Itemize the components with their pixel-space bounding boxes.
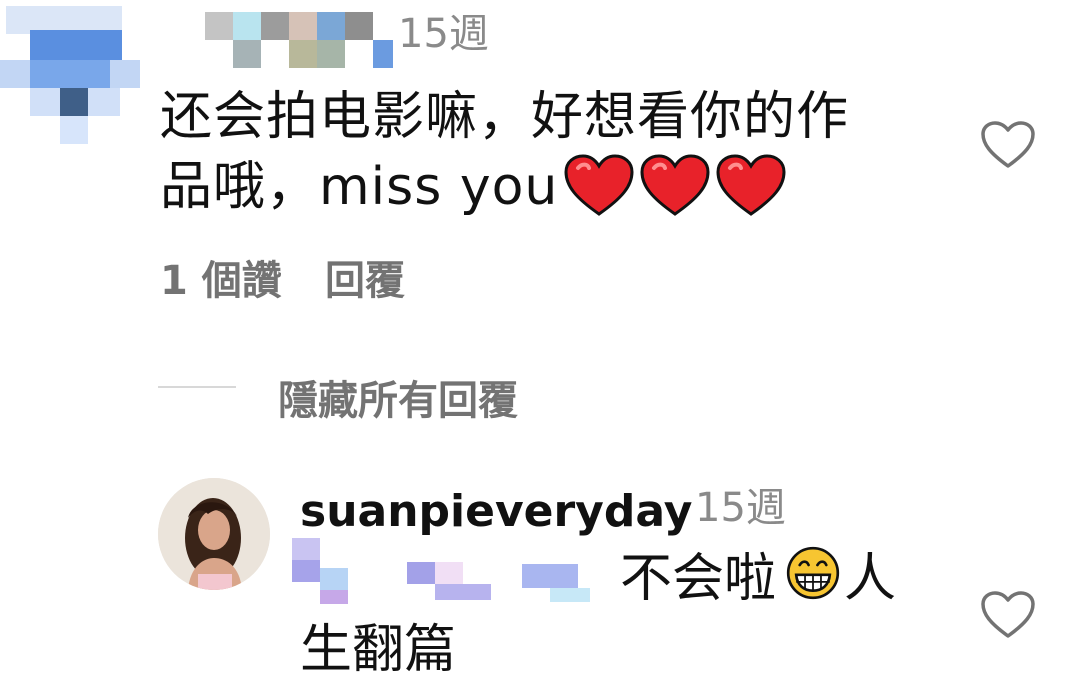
hide-replies-button[interactable]: 隱藏所有回覆 (278, 368, 518, 426)
comment-text: 不会啦 人 (620, 542, 896, 614)
red-heart-emoji (640, 154, 710, 216)
red-heart-emoji (564, 154, 634, 216)
username[interactable]: suanpieveryday (300, 486, 692, 537)
red-heart-emoji (716, 154, 786, 216)
heart-outline-icon[interactable] (980, 120, 1036, 170)
comment-time[interactable]: 15週 (398, 14, 489, 54)
heart-outline-icon[interactable] (980, 590, 1036, 640)
grinning-face-emoji (786, 546, 840, 600)
mention-redacted[interactable] (292, 538, 602, 608)
avatar[interactable] (0, 0, 140, 150)
likes-count[interactable]: 1 個讚 (160, 248, 282, 306)
username-redacted[interactable] (205, 12, 395, 68)
divider (158, 386, 236, 388)
avatar[interactable] (158, 478, 270, 590)
reply-button[interactable]: 回覆 (325, 248, 405, 306)
profile-photo (158, 478, 270, 590)
comment-text-line2: 生翻篇 (300, 620, 457, 680)
comment-text: 还会拍电影嘛，好想看你的作 品哦，miss you (160, 82, 960, 226)
heart-emojis (558, 154, 786, 226)
comment-time[interactable]: 15週 (695, 488, 786, 528)
